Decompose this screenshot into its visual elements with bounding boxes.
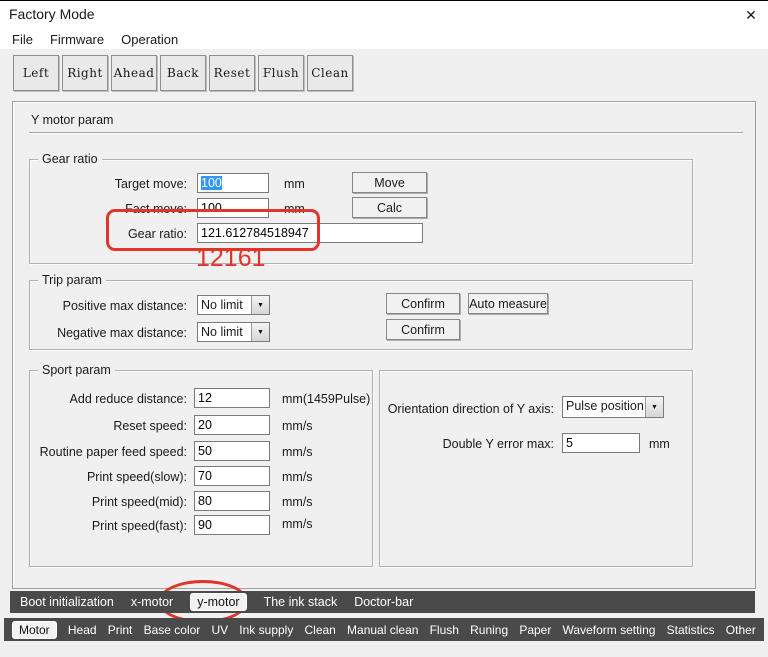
sport-param-group-title: Sport param — [38, 363, 115, 377]
add-reduce-distance-label: Add reduce distance: — [30, 389, 187, 409]
tab-runing[interactable]: Runing — [470, 623, 508, 637]
panel-title-separator — [29, 132, 743, 134]
ahead-button[interactable]: Ahead — [111, 55, 157, 91]
add-reduce-distance-input[interactable] — [194, 388, 270, 408]
tab-print[interactable]: Print — [108, 623, 133, 637]
trip-param-group-title: Trip param — [38, 273, 106, 287]
print-speed-fast-unit: mm/s — [282, 514, 313, 534]
tab-ink-supply[interactable]: Ink supply — [239, 623, 293, 637]
move-button[interactable]: Move — [352, 172, 427, 193]
menu-firmware[interactable]: Firmware — [48, 32, 106, 47]
double-y-error-max-label: Double Y error max: — [380, 434, 554, 454]
tab-manual-clean[interactable]: Manual clean — [347, 623, 418, 637]
double-y-error-max-input[interactable] — [562, 433, 640, 453]
calc-button[interactable]: Calc — [352, 197, 427, 218]
tab-other[interactable]: Other — [726, 623, 756, 637]
add-reduce-distance-unit: mm(1459Pulse) — [282, 389, 370, 409]
client-area: Left Right Ahead Back Reset Flush Clean … — [0, 49, 768, 657]
close-icon[interactable]: ✕ — [740, 5, 762, 25]
tab-clean[interactable]: Clean — [305, 623, 336, 637]
routine-paper-feed-speed-input[interactable] — [194, 441, 270, 461]
main-tab-bar: Motor Head Print Base color UV Ink suppl… — [4, 618, 764, 641]
positive-max-distance-select[interactable]: No limit ▼ — [197, 295, 270, 315]
tab-flush[interactable]: Flush — [430, 623, 459, 637]
auto-measure-button[interactable]: Auto measure — [468, 293, 548, 314]
reset-button[interactable]: Reset — [209, 55, 255, 91]
routine-paper-feed-speed-label: Routine paper feed speed: — [30, 442, 187, 462]
factory-mode-window: Factory Mode ✕ File Firmware Operation L… — [0, 0, 768, 657]
positive-max-distance-label: Positive max distance: — [30, 296, 187, 316]
negative-max-distance-select[interactable]: No limit ▼ — [197, 322, 270, 342]
target-move-input[interactable]: 100 — [197, 173, 269, 193]
tab-waveform-setting[interactable]: Waveform setting — [563, 623, 656, 637]
clean-button[interactable]: Clean — [307, 55, 353, 91]
trip-param-group: Trip param Positive max distance: No lim… — [29, 280, 693, 350]
fact-move-unit: mm — [284, 199, 305, 219]
double-y-error-max-unit: mm — [649, 434, 670, 454]
target-move-unit: mm — [284, 174, 305, 194]
left-button[interactable]: Left — [13, 55, 59, 91]
menu-operation[interactable]: Operation — [119, 32, 180, 47]
target-move-label: Target move: — [30, 174, 187, 194]
tab-motor[interactable]: Motor — [12, 621, 57, 639]
routine-paper-feed-speed-unit: mm/s — [282, 442, 313, 462]
print-speed-mid-unit: mm/s — [282, 492, 313, 512]
orientation-direction-label: Orientation direction of Y axis: — [380, 399, 554, 419]
gear-ratio-group-title: Gear ratio — [38, 152, 102, 166]
print-speed-slow-input[interactable] — [194, 466, 270, 486]
sport-param-group: Sport param Add reduce distance: mm(1459… — [29, 370, 373, 567]
print-speed-slow-unit: mm/s — [282, 467, 313, 487]
print-speed-fast-label: Print speed(fast): — [30, 516, 187, 536]
window-title: Factory Mode — [9, 6, 95, 22]
target-move-value: 100 — [201, 176, 222, 190]
sub-tab-bar: Boot initialization x-motor y-motor The … — [10, 591, 755, 613]
y-motor-param-panel: Y motor param Gear ratio Target move: 10… — [12, 101, 756, 589]
print-speed-fast-input[interactable] — [194, 515, 270, 535]
toolbar: Left Right Ahead Back Reset Flush Clean — [13, 55, 353, 91]
chevron-down-icon[interactable]: ▼ — [645, 397, 663, 417]
right-button[interactable]: Right — [62, 55, 108, 91]
flush-button[interactable]: Flush — [258, 55, 304, 91]
tab-boot-initialization[interactable]: Boot initialization — [20, 595, 114, 609]
tab-statistics[interactable]: Statistics — [667, 623, 715, 637]
y-axis-group: Orientation direction of Y axis: Pulse p… — [379, 370, 693, 567]
chevron-down-icon[interactable]: ▼ — [251, 323, 269, 341]
tab-paper[interactable]: Paper — [519, 623, 551, 637]
tab-the-ink-stack[interactable]: The ink stack — [264, 595, 338, 609]
back-button[interactable]: Back — [160, 55, 206, 91]
menu-bar: File Firmware Operation — [0, 29, 768, 49]
gear-ratio-input[interactable] — [197, 223, 423, 243]
fact-move-label: Fact move: — [30, 199, 187, 219]
panel-title: Y motor param — [31, 113, 113, 127]
tab-base-color[interactable]: Base color — [144, 623, 201, 637]
title-bar: Factory Mode ✕ — [0, 1, 768, 29]
reset-speed-unit: mm/s — [282, 416, 313, 436]
reset-speed-label: Reset speed: — [30, 416, 187, 436]
negative-max-distance-value: No limit — [198, 323, 251, 341]
chevron-down-icon[interactable]: ▼ — [251, 296, 269, 314]
orientation-direction-select[interactable]: Pulse position ▼ — [562, 396, 664, 418]
tab-doctor-bar[interactable]: Doctor-bar — [354, 595, 413, 609]
print-speed-slow-label: Print speed(slow): — [30, 467, 187, 487]
reset-speed-input[interactable] — [194, 415, 270, 435]
tab-y-motor[interactable]: y-motor — [190, 593, 246, 611]
print-speed-mid-input[interactable] — [194, 491, 270, 511]
gear-ratio-group: Gear ratio Target move: 100 mm Move Fact… — [29, 159, 693, 264]
tab-x-motor[interactable]: x-motor — [131, 595, 173, 609]
gear-ratio-label: Gear ratio: — [30, 224, 187, 244]
menu-file[interactable]: File — [10, 32, 35, 47]
confirm-button-positive[interactable]: Confirm — [386, 293, 460, 314]
tab-uv[interactable]: UV — [211, 623, 228, 637]
confirm-button-negative[interactable]: Confirm — [386, 319, 460, 340]
orientation-direction-value: Pulse position — [563, 397, 645, 417]
tab-head[interactable]: Head — [68, 623, 97, 637]
positive-max-distance-value: No limit — [198, 296, 251, 314]
print-speed-mid-label: Print speed(mid): — [30, 492, 187, 512]
fact-move-input[interactable] — [197, 198, 269, 218]
negative-max-distance-label: Negative max distance: — [30, 323, 187, 343]
